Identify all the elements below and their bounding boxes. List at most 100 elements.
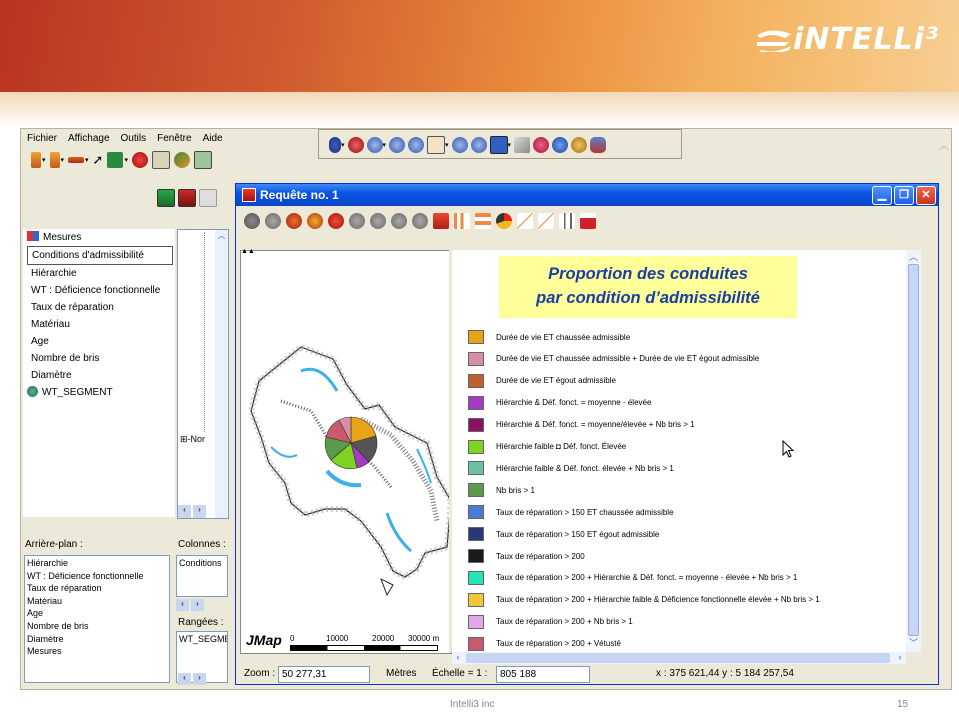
tree-item-diametre[interactable]: Diamètre xyxy=(23,367,175,384)
menu-affichage[interactable]: Affichage xyxy=(62,129,115,144)
tree-item-conditions[interactable]: Conditions d'admissibilité xyxy=(27,246,173,265)
dropdown-arrow-icon[interactable]: ▾ xyxy=(445,141,449,149)
list-item[interactable]: Matériau xyxy=(27,595,167,608)
zoom-previous-icon[interactable] xyxy=(408,137,425,153)
zoom-input[interactable] xyxy=(278,666,370,683)
chart-pie-3d-icon[interactable] xyxy=(265,213,281,229)
scale-icon[interactable] xyxy=(489,136,508,154)
zoom-in-icon[interactable] xyxy=(389,137,406,153)
map-pane[interactable] xyxy=(240,250,455,654)
hide-layer-icon[interactable] xyxy=(199,189,217,207)
select-icon[interactable] xyxy=(533,137,550,153)
ruler-icon[interactable] xyxy=(514,137,531,153)
chart-pie-grey-icon[interactable] xyxy=(244,213,260,229)
list-item[interactable]: Mesures xyxy=(27,645,167,658)
legend-v-scrollbar[interactable]: ︿ ﹀ xyxy=(906,250,921,652)
list-item[interactable]: WT : Déficience fonctionnelle xyxy=(27,570,167,583)
scroll-right-icon[interactable]: › xyxy=(191,599,204,611)
measure-tool-icon[interactable] xyxy=(68,157,85,163)
chart-bar-map-icon[interactable] xyxy=(286,213,302,229)
minimize-button[interactable]: ▁ xyxy=(872,186,892,205)
tree-item-nombre-bris[interactable]: Nombre de bris xyxy=(23,350,175,367)
window-titlebar[interactable]: Requête no. 1 ▁ ❐ ✕ xyxy=(236,184,938,206)
globe-layers-icon[interactable] xyxy=(173,152,190,168)
menu-aide[interactable]: Aide xyxy=(197,129,228,144)
list-item[interactable]: Conditions xyxy=(179,558,225,568)
list-item[interactable]: Diamètre xyxy=(27,633,167,646)
tree-node[interactable]: ⊞-Nor xyxy=(180,434,205,445)
dropdown-arrow-icon[interactable]: ▾ xyxy=(383,141,387,149)
line-tool-icon[interactable] xyxy=(31,152,41,168)
chart-area-icon[interactable] xyxy=(580,213,596,229)
add-layer-icon[interactable] xyxy=(157,189,175,207)
dropdown-arrow-icon[interactable]: ▾ xyxy=(341,141,345,149)
dropdown-arrow-icon[interactable]: ▾ xyxy=(85,156,89,164)
zoom-icon[interactable] xyxy=(347,137,364,153)
scroll-up-icon[interactable]: ︿ xyxy=(215,230,228,242)
scroll-up-icon[interactable]: ︿ xyxy=(906,250,921,264)
chart-histogram-icon[interactable] xyxy=(559,213,575,229)
tree-item-materiau[interactable]: Matériau xyxy=(23,316,175,333)
scroll-left-icon[interactable]: ‹ xyxy=(452,652,464,664)
chart-hbar-icon[interactable] xyxy=(475,213,491,229)
tree-item-age[interactable]: Age xyxy=(23,333,175,350)
dropdown-arrow-icon[interactable]: ▾ xyxy=(61,156,65,164)
tree-h-scroll[interactable]: ‹ › xyxy=(178,505,214,518)
chart-map-icon[interactable] xyxy=(370,213,386,229)
list-item[interactable]: Age xyxy=(27,607,167,620)
users-icon[interactable] xyxy=(590,137,607,153)
scroll-right-icon[interactable]: › xyxy=(193,673,206,685)
chart-column-icon[interactable] xyxy=(454,213,470,229)
chart-ring-map-icon[interactable] xyxy=(328,213,344,229)
zoom-extent-icon[interactable] xyxy=(451,137,468,153)
pan-hand-icon[interactable] xyxy=(427,136,446,154)
chart-table-icon[interactable] xyxy=(433,213,449,229)
scroll-right-icon[interactable]: › xyxy=(894,652,906,664)
arriere-plan-list[interactable]: Hiérarchie WT : Déficience fonctionnelle… xyxy=(24,555,170,683)
pane-collapse-icon[interactable]: ▲▲ xyxy=(241,248,255,255)
select-arrow-icon[interactable]: ➚ xyxy=(93,152,104,168)
scroll-left-icon[interactable]: ‹ xyxy=(178,505,191,518)
report-icon[interactable] xyxy=(151,151,170,169)
scroll-down-icon[interactable]: ﹀ xyxy=(906,636,921,650)
menu-outils[interactable]: Outils xyxy=(115,129,152,144)
tree-item-mesures[interactable]: Mesures xyxy=(23,229,175,246)
scroll-left-icon[interactable]: ‹ xyxy=(176,599,189,611)
menu-fenetre[interactable]: Fenêtre xyxy=(151,129,196,144)
list-item[interactable]: Nombre de bris xyxy=(27,620,167,633)
tree-item-deficience[interactable]: WT : Déficience fonctionnelle xyxy=(23,282,175,299)
chart-map-icon[interactable] xyxy=(391,213,407,229)
scroll-thumb[interactable] xyxy=(908,264,919,636)
scroll-right-icon[interactable]: › xyxy=(193,505,206,518)
tree-scrollbar[interactable]: ︿ xyxy=(215,230,228,518)
chevron-up-icon[interactable]: ︿ xyxy=(939,137,949,152)
echelle-input[interactable] xyxy=(496,666,590,683)
select-region-icon[interactable] xyxy=(107,152,124,168)
info-icon[interactable] xyxy=(552,137,569,153)
scroll-thumb[interactable] xyxy=(466,653,890,663)
print-icon[interactable] xyxy=(193,151,212,169)
chart-area-line-icon[interactable] xyxy=(538,213,554,229)
colonnes-scroll[interactable]: ‹ › xyxy=(176,599,204,611)
tree-item-hierarchie[interactable]: Hiérarchie xyxy=(23,265,175,282)
list-item[interactable]: Hiérarchie xyxy=(27,557,167,570)
point-tool-icon[interactable] xyxy=(49,152,60,168)
zoom-layer-icon[interactable] xyxy=(470,137,487,153)
chart-map-icon[interactable] xyxy=(412,213,428,229)
legend-h-scrollbar[interactable]: ‹ › xyxy=(452,652,906,664)
zoom-out-icon[interactable] xyxy=(366,137,383,153)
tree-item-taux[interactable]: Taux de réparation xyxy=(23,299,175,316)
chart-map-icon[interactable] xyxy=(349,213,365,229)
menu-fichier[interactable]: Fichier xyxy=(21,129,62,144)
colonnes-list[interactable]: Conditions xyxy=(176,555,228,597)
scroll-left-icon[interactable]: ‹ xyxy=(178,673,191,685)
chart-pie-icon[interactable] xyxy=(496,213,512,229)
chart-line-icon[interactable] xyxy=(517,213,533,229)
dropdown-arrow-icon[interactable]: ▾ xyxy=(508,141,512,149)
pointer-icon[interactable] xyxy=(329,137,341,153)
zoom-target-icon[interactable] xyxy=(131,152,148,168)
expand-icon[interactable]: ⊞ xyxy=(180,434,188,444)
tree-item-wt-segment[interactable]: WT_SEGMENT xyxy=(23,384,175,401)
restore-button[interactable]: ❐ xyxy=(894,186,914,205)
close-button[interactable]: ✕ xyxy=(916,186,936,205)
